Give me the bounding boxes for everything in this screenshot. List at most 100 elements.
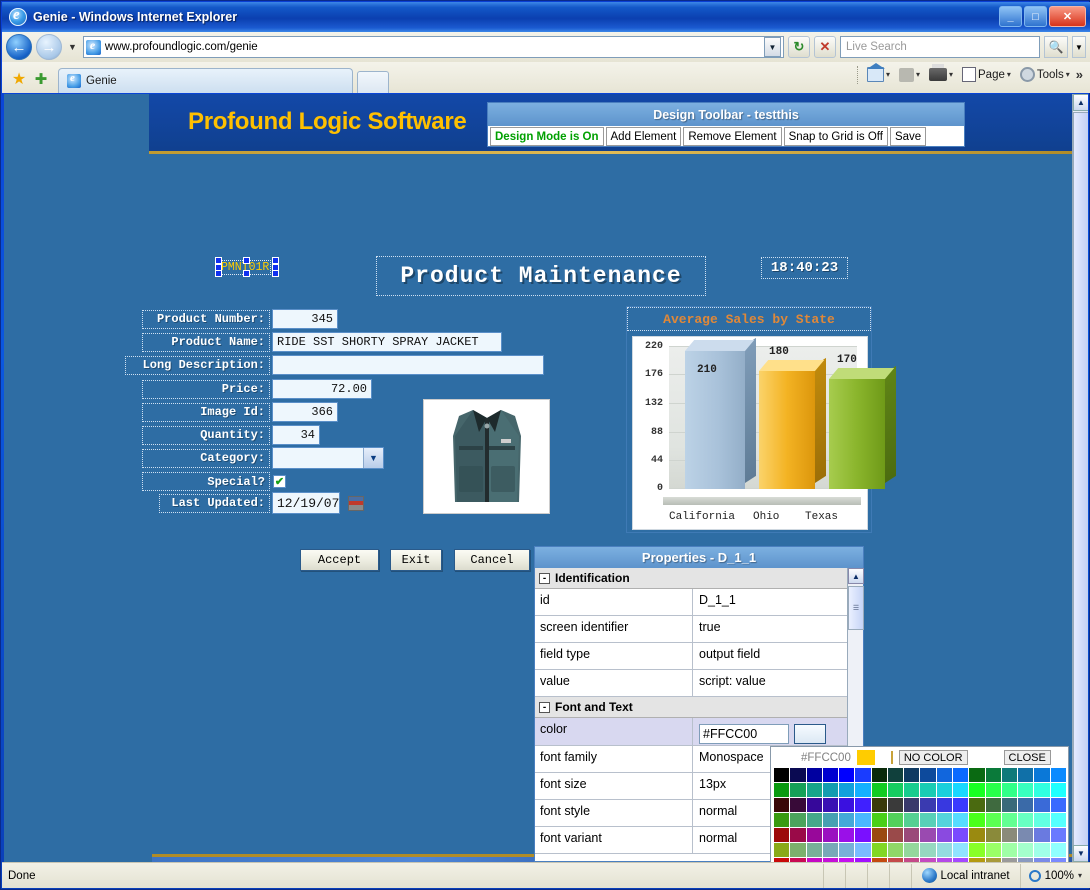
color-swatch[interactable] [790,828,806,842]
input-quantity[interactable]: 34 [272,425,320,445]
color-swatch[interactable] [985,768,1001,782]
color-swatch[interactable] [855,843,871,857]
color-swatch[interactable] [969,843,985,857]
color-swatch[interactable] [1001,843,1018,857]
color-swatch[interactable] [920,813,936,827]
color-swatch[interactable] [1034,813,1050,827]
color-swatch[interactable] [839,813,855,827]
page-menu[interactable]: Page ▾ [959,65,1014,84]
color-swatch-grid[interactable] [774,768,1066,862]
input-product-number[interactable]: 345 [272,309,338,329]
color-swatch[interactable] [887,783,904,797]
color-swatch[interactable] [904,768,920,782]
input-product-name[interactable]: RIDE SST SHORTY SPRAY JACKET [272,332,502,352]
stop-button[interactable]: ✕ [814,36,836,58]
color-swatch[interactable] [904,783,920,797]
color-swatch[interactable] [774,813,790,827]
favorites-star-icon[interactable]: ★ [8,65,30,93]
color-swatch[interactable] [1001,768,1018,782]
resize-handle-sw[interactable] [215,270,222,277]
color-swatch[interactable] [839,798,855,812]
color-swatch[interactable] [871,828,887,842]
color-swatch[interactable] [953,828,969,842]
color-swatch[interactable] [774,783,790,797]
color-swatch[interactable] [855,783,871,797]
search-input[interactable]: Live Search [840,36,1040,58]
group-identification[interactable]: - Identification [535,568,849,589]
color-swatch[interactable] [953,783,969,797]
scroll-up-icon[interactable]: ▲ [1073,94,1088,111]
color-swatch[interactable] [1034,798,1050,812]
input-long-description[interactable] [272,355,544,375]
command-bar-overflow-icon[interactable]: » [1076,67,1083,82]
color-swatch[interactable] [822,843,839,857]
color-swatch[interactable] [855,813,871,827]
add-element-button[interactable]: Add Element [605,127,682,146]
page-scrollbar[interactable]: ▲ ▼ [1072,94,1088,862]
color-swatch[interactable] [1050,843,1066,857]
color-swatch[interactable] [1018,843,1034,857]
input-price[interactable]: 72.00 [272,379,372,399]
color-swatch[interactable] [1018,768,1034,782]
color-swatch[interactable] [1050,798,1066,812]
scroll-down-icon[interactable]: ▼ [1073,845,1088,862]
color-swatch[interactable] [1001,813,1018,827]
color-swatch[interactable] [871,768,887,782]
security-zone[interactable]: Local intranet [910,863,1020,888]
recent-pages-dropdown-icon[interactable]: ▼ [66,42,79,52]
color-swatch[interactable] [920,783,936,797]
color-swatch[interactable] [953,843,969,857]
color-swatch[interactable] [806,813,822,827]
color-swatch[interactable] [822,768,839,782]
property-row-color[interactable]: color #FFCC00 [535,718,849,746]
design-mode-toggle[interactable]: Design Mode is On [490,127,604,146]
color-swatch[interactable] [1050,813,1066,827]
calendar-icon[interactable] [348,495,364,511]
color-swatch[interactable] [920,768,936,782]
color-swatch[interactable] [985,813,1001,827]
property-row-value[interactable]: value script: value [535,670,849,697]
color-swatch[interactable] [806,843,822,857]
color-swatch[interactable] [920,843,936,857]
chevron-down-icon[interactable]: ▾ [1078,871,1082,880]
color-swatch[interactable] [1001,783,1018,797]
color-swatch[interactable] [985,783,1001,797]
color-swatch[interactable] [774,843,790,857]
add-to-favorites-icon[interactable]: ✚ [30,65,52,93]
property-row-id[interactable]: id D_1_1 [535,589,849,616]
url-input[interactable]: www.profoundlogic.com/genie ▼ [82,36,784,58]
refresh-button[interactable]: ↻ [788,36,810,58]
checkbox-special[interactable]: ✔ [273,475,286,488]
color-swatch[interactable] [969,768,985,782]
zoom-control[interactable]: 100% ▾ [1019,863,1090,888]
color-swatch[interactable] [985,828,1001,842]
color-swatch[interactable] [953,768,969,782]
color-swatch[interactable] [904,798,920,812]
close-color-picker-button[interactable]: CLOSE [1003,750,1051,765]
resize-handle-n[interactable] [243,257,250,264]
color-swatch[interactable] [953,813,969,827]
color-picker-button[interactable] [794,723,826,744]
back-button[interactable]: ← [6,34,32,60]
color-swatch[interactable] [806,783,822,797]
feeds-button[interactable]: ▾ [896,66,923,84]
forward-button[interactable]: → [36,34,62,60]
color-swatch[interactable] [822,828,839,842]
color-swatch[interactable] [855,768,871,782]
command-bar-grip[interactable] [856,65,861,84]
color-swatch[interactable] [904,843,920,857]
resize-handle-se[interactable] [272,270,279,277]
color-swatch[interactable] [1018,783,1034,797]
select-category[interactable]: ▼ [272,447,384,469]
input-image-id[interactable]: 366 [272,402,338,422]
color-swatch[interactable] [887,843,904,857]
search-go-icon[interactable]: 🔍 [1044,36,1068,58]
color-swatch[interactable] [936,798,953,812]
color-swatch[interactable] [839,828,855,842]
color-swatch[interactable] [806,768,822,782]
property-row-field-type[interactable]: field type output field [535,643,849,670]
remove-element-button[interactable]: Remove Element [683,127,782,146]
tools-menu[interactable]: Tools ▾ [1017,65,1073,84]
color-swatch[interactable] [953,798,969,812]
accept-button[interactable]: Accept [300,549,379,571]
